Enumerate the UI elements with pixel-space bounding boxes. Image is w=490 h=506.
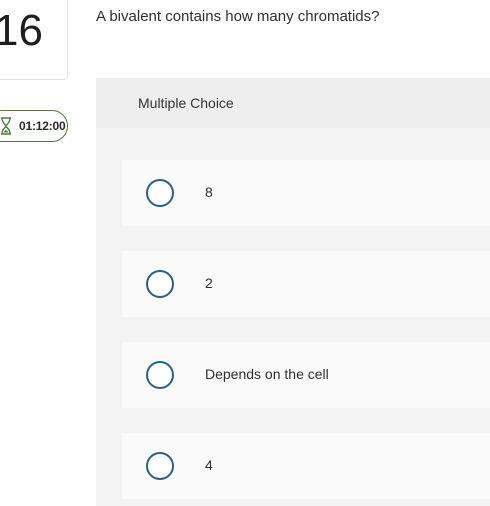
answer-option[interactable]: 4 xyxy=(122,433,490,499)
timer-value: 01:12:00 xyxy=(19,119,66,133)
question-type-label: Multiple Choice xyxy=(138,95,234,111)
answer-option-label: Depends on the cell xyxy=(205,366,329,382)
question-text: A bivalent contains how many chromatids? xyxy=(96,8,380,25)
answer-option-label: 8 xyxy=(205,184,213,200)
question-number-card: 16 xyxy=(0,0,68,80)
radio-button[interactable] xyxy=(146,179,174,207)
answer-option[interactable]: 8 xyxy=(122,160,490,226)
answer-panel: Multiple Choice 8 2 Depends on the cell … xyxy=(96,78,490,506)
radio-button[interactable] xyxy=(146,452,174,480)
radio-button[interactable] xyxy=(146,270,174,298)
answer-option-label: 2 xyxy=(205,275,213,291)
radio-button[interactable] xyxy=(146,361,174,389)
hourglass-icon xyxy=(1,117,11,135)
answer-panel-header: Multiple Choice xyxy=(96,78,490,128)
timer-pill[interactable]: 01:12:00 xyxy=(0,110,68,142)
question-number: 16 xyxy=(0,6,43,55)
answer-option[interactable]: Depends on the cell xyxy=(122,342,490,408)
answer-option-label: 4 xyxy=(205,457,213,473)
quiz-page: 16 01:12:00 A bivalent contains how many… xyxy=(0,0,490,506)
answer-option[interactable]: 2 xyxy=(122,251,490,317)
